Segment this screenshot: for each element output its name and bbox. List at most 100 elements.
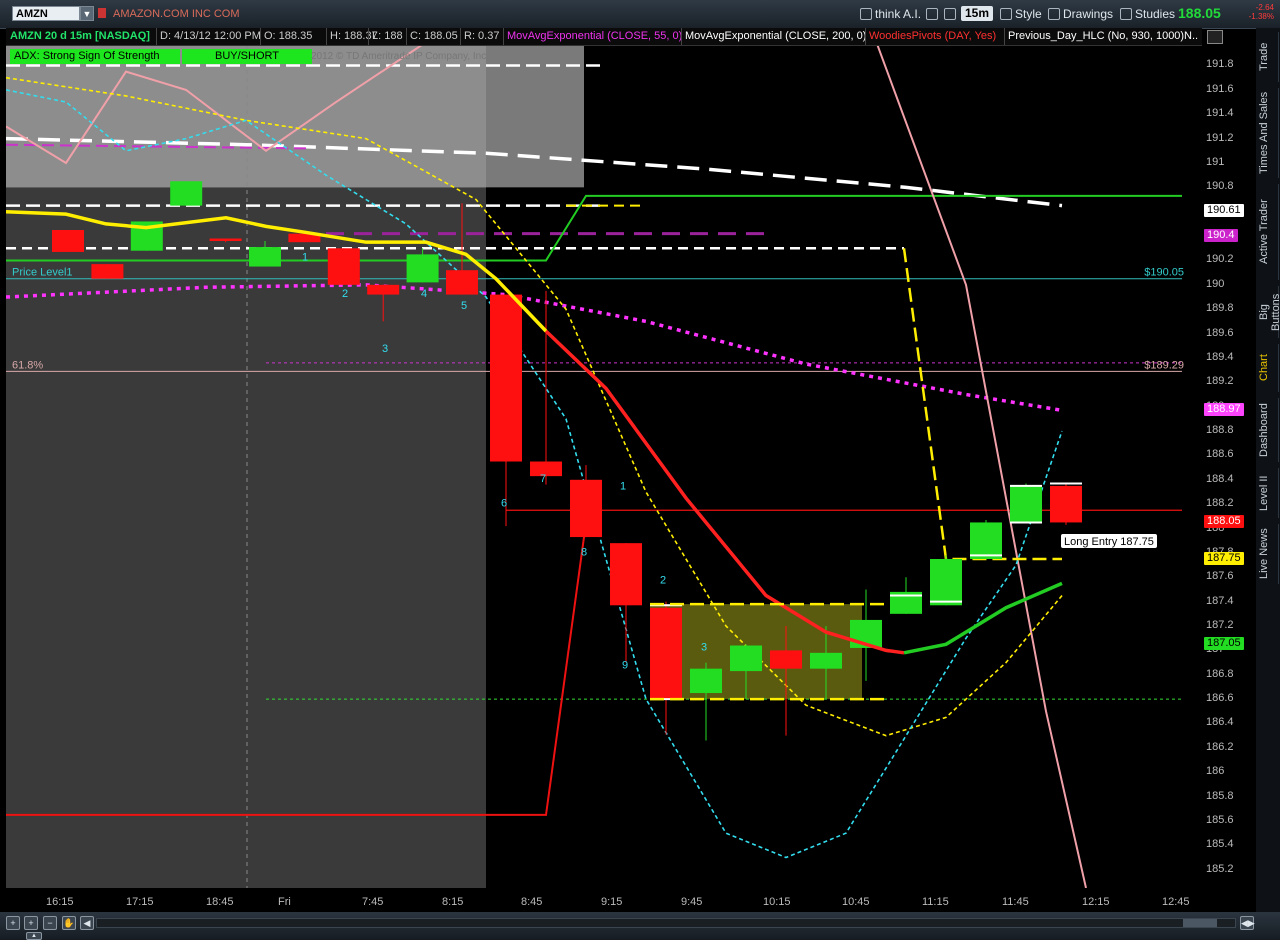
wrench-tool-button[interactable]: [940, 6, 963, 22]
time-tick-label: 10:45: [842, 896, 870, 908]
chart-title: AMZN 20 d 15m [NASDAQ]: [10, 30, 150, 42]
candle-body: [570, 479, 602, 538]
candle-body: [1010, 485, 1042, 523]
study-ema55[interactable]: MovAvgExponential (CLOSE, 55, 0): [507, 30, 682, 42]
price-tick-label: 191.4: [1206, 107, 1234, 120]
count-label: 2: [660, 574, 666, 586]
candle-body: [650, 607, 682, 700]
side-tab-dashboard[interactable]: Dashboard: [1258, 398, 1279, 462]
zoom-out-icon[interactable]: −: [43, 916, 57, 930]
count-label: 5: [461, 300, 467, 312]
time-tick-label: 8:45: [521, 896, 543, 908]
candle-body: [690, 668, 722, 694]
count-label: 1: [302, 251, 308, 263]
price-tick-label: 188.6: [1206, 448, 1234, 461]
time-tick-label: 12:45: [1162, 896, 1190, 908]
candle-body: [170, 181, 203, 206]
time-tick-label: Fri: [278, 896, 291, 908]
side-tab-active-trader[interactable]: Active Trader: [1258, 184, 1279, 280]
count-label: 2: [342, 288, 348, 300]
price-tick-label: 190.2: [1206, 253, 1234, 266]
think-ai-icon: [860, 8, 872, 20]
count-label: 7: [540, 473, 546, 485]
price-tick-label: 185.6: [1206, 813, 1234, 826]
time-scrollbar[interactable]: [96, 918, 1236, 928]
candle-body: [610, 543, 642, 606]
study-woodies-pivots[interactable]: WoodiesPivots (DAY, Yes): [869, 30, 996, 42]
price-tick-label: 189.2: [1206, 375, 1234, 388]
side-tab-trade[interactable]: Trade: [1258, 32, 1279, 82]
side-tab-chart[interactable]: Chart: [1258, 344, 1279, 392]
time-tick-label: 7:45: [362, 896, 384, 908]
symbol-input[interactable]: AMZN: [12, 6, 80, 21]
chart-settings-icon[interactable]: [1207, 30, 1223, 44]
price-chart[interactable]: 1 2 3 4 5 6 7 8 1 9 2 3 Price Level1 $190.05 61.8% $189…: [6, 46, 1202, 888]
time-tick-label: 11:45: [1002, 896, 1029, 908]
studies-menu[interactable]: Studies: [1116, 6, 1179, 22]
prev-session-shade-2: [6, 46, 486, 188]
side-tab-level-ii[interactable]: Level II: [1258, 468, 1279, 518]
symbol-flag-icon[interactable]: [98, 8, 106, 18]
price-tick-label: 186.6: [1206, 692, 1234, 705]
drawings-menu[interactable]: Drawings: [1044, 6, 1117, 22]
last-price: 188.05: [1178, 5, 1221, 21]
count-label: 8: [581, 546, 587, 558]
crosshair-icon: [926, 8, 938, 20]
time-tick-label: 18:45: [206, 896, 234, 908]
price-tick-label: 185.4: [1206, 838, 1234, 851]
side-tab-times-and-sales[interactable]: Times And Sales: [1258, 88, 1279, 178]
collapse-icon[interactable]: ▲: [26, 932, 42, 940]
copyright: 2012 © TD Ameritrade IP Company, Inc.: [311, 51, 490, 62]
style-menu[interactable]: Style: [996, 6, 1046, 22]
price-tick-label: 188.4: [1206, 472, 1234, 485]
think-ai-button[interactable]: think A.I.: [856, 6, 925, 22]
main-toolbar: AMZN ▼ AMAZON.COM INC COM think A.I. 15m…: [0, 0, 1280, 29]
candle-body: [249, 247, 281, 267]
price-tick-label: 190: [1206, 277, 1225, 290]
candle-body: [930, 558, 962, 606]
pink-line-right: [876, 46, 1087, 888]
price-tick-label: 187.2: [1206, 619, 1234, 632]
pan-hand-icon[interactable]: ✋: [62, 916, 76, 930]
buy-short-label: BUY/SHORT: [182, 49, 312, 64]
price-tick-label: 189.8: [1206, 302, 1234, 315]
candle-body: [1050, 485, 1082, 523]
scroll-left-icon[interactable]: ◀: [80, 916, 94, 930]
side-tab-big-buttons[interactable]: Big Buttons: [1258, 286, 1280, 338]
study-ema200[interactable]: MovAvgExponential (CLOSE, 200, 0): [685, 30, 866, 42]
time-tick-label: 9:45: [681, 896, 703, 908]
candle-body: [327, 248, 360, 285]
company-name: AMAZON.COM INC COM: [113, 8, 240, 20]
price-tick-label: 185.2: [1206, 862, 1234, 875]
interval-button[interactable]: 15m: [961, 6, 994, 21]
crosshair-mode-icon[interactable]: +: [6, 916, 20, 930]
time-tick-label: 8:15: [442, 896, 464, 908]
price-tick-label: 186.4: [1206, 716, 1234, 729]
symbol-dropdown-icon[interactable]: ▼: [80, 6, 94, 21]
bar-low: L: 188: [372, 30, 403, 42]
expand-icon[interactable]: ◀▶: [1240, 916, 1255, 930]
price-tick-label: 191.6: [1206, 82, 1234, 95]
price-tag: 187.05: [1204, 637, 1244, 651]
candle-body: [367, 284, 400, 295]
price-tick-label: 190.8: [1206, 180, 1234, 193]
price-tag: 190.4: [1204, 229, 1238, 243]
time-axis[interactable]: 16:15 17:15 18:45 Fri 7:45 8:15 8:45 9:15 9:45 10…: [6, 890, 1202, 912]
time-tick-label: 11:15: [922, 896, 949, 908]
bar-date: D: 4/13/12 12:00 PM: [160, 30, 261, 42]
time-tick-label: 16:15: [46, 896, 74, 908]
bar-range: R: 0.37: [464, 30, 500, 42]
more-studies[interactable]: N..: [1184, 30, 1198, 42]
price-tag: 188.97: [1204, 403, 1244, 417]
bar-open: O: 188.35: [264, 30, 313, 42]
price-tick-label: 188.8: [1206, 424, 1234, 437]
count-label: 1: [620, 481, 626, 493]
side-tab-live-news[interactable]: Live News: [1258, 524, 1279, 584]
style-icon: [1000, 8, 1012, 20]
zoom-in-icon[interactable]: +: [24, 916, 38, 930]
price-axis[interactable]: 191.8191.6191.4191.2191190.8190.6190.419…: [1202, 46, 1254, 888]
study-prev-day-hlc[interactable]: Previous_Day_HLC (No, 930, 1000): [1008, 30, 1184, 42]
price-tick-label: 186.2: [1206, 740, 1234, 753]
scrollbar-thumb[interactable]: [1183, 919, 1217, 927]
price-level-value: $190.05: [1144, 267, 1184, 279]
